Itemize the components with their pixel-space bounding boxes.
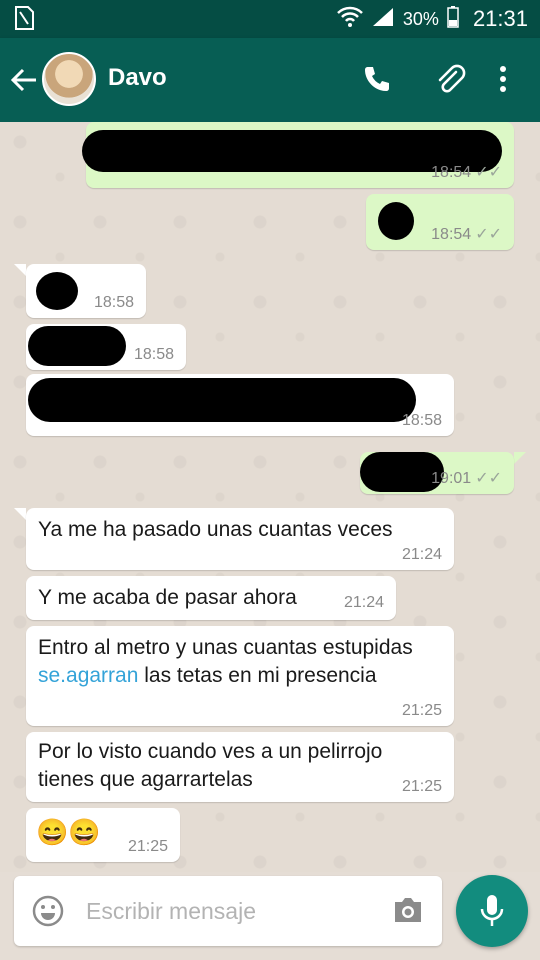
more-vert-icon[interactable] — [498, 64, 508, 99]
message-bubble-incoming[interactable]: Ya me ha pasado unas cuantas veces 21:24 — [26, 508, 454, 570]
signal-icon — [371, 6, 395, 33]
contact-name[interactable]: Davo — [108, 64, 167, 92]
message-bubble-outgoing[interactable]: 19:01 ✓✓ — [360, 452, 514, 494]
message-input-bar[interactable]: Escribir mensaje — [14, 876, 442, 946]
message-meta: 18:58 — [94, 294, 134, 312]
wifi-icon — [337, 6, 363, 33]
message-bubble-incoming[interactable]: 18:58 — [26, 264, 146, 318]
message-bubble-incoming[interactable]: 18:58 — [26, 324, 186, 370]
message-link[interactable]: se.agarran — [38, 664, 138, 687]
message-bubble-incoming[interactable]: Y me acaba de pasar ahora 21:24 — [26, 576, 396, 620]
message-time: 21:25 — [401, 702, 442, 719]
message-bubble-incoming[interactable]: 😄😄 21:25 — [26, 808, 180, 862]
emoji-icon[interactable] — [32, 895, 64, 932]
message-time: 21:25 — [127, 838, 168, 855]
message-time: 18:58 — [133, 346, 174, 363]
message-time: 21:24 — [343, 594, 384, 611]
message-bubble-incoming[interactable]: 18:58 — [26, 374, 454, 436]
message-text: Por lo visto cuando ves a un pelirrojo t… — [38, 740, 383, 791]
message-time: 18:54 — [431, 164, 472, 181]
message-text: Entro al metro y unas cuantas estupidas — [38, 636, 413, 659]
bubble-tail — [14, 264, 26, 276]
message-meta: 18:58 — [134, 346, 174, 364]
message-bubble-outgoing[interactable]: 18:54 ✓✓ — [366, 194, 514, 250]
message-text: las tetas en mi presencia — [138, 664, 377, 687]
redaction-scribble — [36, 272, 78, 310]
battery-icon — [447, 5, 459, 33]
message-time: 18:54 — [431, 226, 472, 243]
message-meta: 18:54 ✓✓ — [431, 226, 502, 244]
message-meta: 21:25 — [402, 778, 442, 796]
message-time: 18:58 — [401, 412, 442, 429]
message-time: 21:24 — [401, 546, 442, 563]
redaction-scribble — [378, 202, 414, 240]
message-time: 19:01 — [431, 470, 472, 487]
message-meta: 21:25 — [128, 838, 168, 856]
mic-button[interactable] — [456, 875, 528, 947]
message-meta: 21:24 — [402, 546, 442, 564]
double-check-icon: ✓✓ — [475, 164, 502, 181]
battery-percent: 30% — [402, 8, 439, 29]
attach-icon[interactable] — [434, 64, 466, 101]
camera-icon[interactable] — [392, 895, 424, 930]
back-arrow-icon[interactable] — [10, 66, 38, 99]
message-meta: 18:58 — [402, 412, 442, 430]
redaction-scribble — [28, 378, 416, 422]
avatar[interactable] — [42, 52, 96, 106]
message-meta: 21:25 — [402, 702, 442, 720]
message-meta: 18:54 ✓✓ — [431, 164, 502, 182]
message-meta: 19:01 ✓✓ — [431, 470, 502, 488]
message-time: 21:25 — [401, 778, 442, 795]
mic-icon — [480, 895, 504, 926]
message-time: 18:58 — [93, 294, 134, 311]
message-text: Y me acaba de pasar ahora — [38, 586, 297, 609]
double-check-icon: ✓✓ — [475, 226, 502, 243]
bubble-tail — [514, 452, 526, 464]
message-text: Ya me ha pasado unas cuantas veces — [38, 518, 393, 541]
sim-icon — [14, 6, 34, 35]
message-list[interactable]: 18:54 ✓✓ 18:54 ✓✓ 18:58 18:58 18:58 19:01 ✓… — [0, 122, 540, 872]
chat-header: Davo — [0, 38, 540, 122]
status-time: 21:31 — [472, 6, 528, 31]
message-input[interactable]: Escribir mensaje — [86, 898, 256, 925]
message-bubble-outgoing[interactable]: 18:54 ✓✓ — [82, 122, 514, 188]
emoji-message: 😄😄 — [36, 817, 101, 847]
bubble-tail — [14, 508, 26, 520]
phone-icon[interactable] — [362, 64, 392, 99]
redaction-scribble — [28, 326, 126, 366]
message-bubble-incoming[interactable]: Por lo visto cuando ves a un pelirrojo t… — [26, 732, 454, 802]
message-bubble-incoming[interactable]: Entro al metro y unas cuantas estupidas … — [26, 626, 454, 726]
message-meta: 21:24 — [344, 594, 384, 612]
double-check-icon: ✓✓ — [475, 470, 502, 487]
status-bar: 30% 21:31 — [0, 0, 540, 38]
